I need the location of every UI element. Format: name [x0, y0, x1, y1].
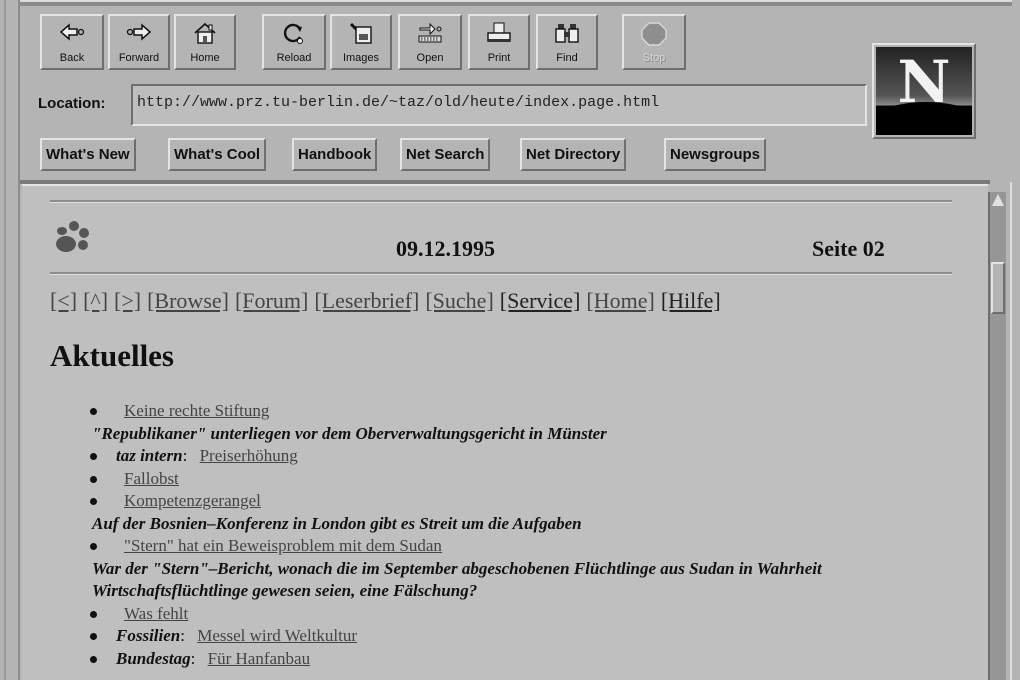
- page-number: Seite 02: [812, 236, 885, 261]
- nav-link-browse[interactable]: [Browse]: [147, 288, 229, 313]
- open-icon: [418, 22, 442, 43]
- nav-link-suche[interactable]: [Suche]: [425, 288, 493, 313]
- location-label: Location:: [38, 95, 106, 112]
- vertical-scrollbar[interactable]: [988, 192, 1006, 680]
- bullet-icon: [90, 543, 97, 550]
- window-frame-left: [0, 0, 20, 680]
- bullet-icon: [90, 655, 97, 663]
- whats-cool-button[interactable]: What's Cool: [168, 138, 267, 171]
- news-link[interactable]: Preiserhöhung: [192, 446, 298, 465]
- page-nav-links: [<] [^] [>] [Browse] [Forum] [Leserbrief] [Suc…: [50, 288, 727, 314]
- taz-paw-logo-icon: [56, 221, 89, 252]
- images-label: Images: [342, 52, 380, 64]
- reload-icon: [283, 23, 303, 44]
- images-button[interactable]: Images: [330, 14, 392, 70]
- forward-button[interactable]: Forward: [108, 14, 170, 70]
- forward-label: Forward: [118, 52, 160, 64]
- horizontal-rule: [50, 200, 952, 203]
- location-field[interactable]: [131, 84, 867, 126]
- find-button[interactable]: Find: [536, 14, 598, 70]
- find-label: Find: [556, 52, 578, 64]
- list-item: Bundestag: Für Hanfanbau: [76, 648, 882, 671]
- bullet-icon: [90, 408, 97, 415]
- news-category: Bundestag: [116, 648, 191, 668]
- bullet-icon: [90, 610, 97, 618]
- list-item: Fossilien: Messel wird Weltkultur: [76, 625, 882, 648]
- bullet-icon: [90, 475, 97, 483]
- netscape-throbber-icon: N: [876, 47, 972, 135]
- issue-date: 09.12.1995: [396, 236, 495, 261]
- list-item: Was fehlt: [76, 603, 882, 626]
- whats-new-button[interactable]: What's New: [40, 138, 136, 171]
- horizontal-rule: [50, 272, 952, 275]
- news-description: "Republikaner" unterliegen vor dem Oberv…: [92, 423, 607, 443]
- net-directory-button[interactable]: Net Directory: [520, 138, 627, 171]
- newsgroups-button[interactable]: Newsgroups: [664, 138, 767, 171]
- list-item: Fallobst: [76, 468, 882, 491]
- location-input[interactable]: [137, 94, 857, 111]
- nav-link-home[interactable]: [Home]: [586, 288, 654, 313]
- nav-link-forum[interactable]: [Forum]: [235, 288, 308, 313]
- news-category: Fossilien: [116, 626, 181, 645]
- scrollbar-thumb[interactable]: [991, 262, 1005, 314]
- home-button[interactable]: Home: [174, 14, 236, 70]
- back-arrow-icon: [59, 23, 85, 41]
- news-link[interactable]: Kompetenzgerangel: [116, 491, 261, 510]
- net-search-button[interactable]: Net Search: [400, 138, 491, 171]
- list-item: taz intern: Preiserhöhung: [76, 445, 882, 468]
- stop-button[interactable]: Stop: [622, 14, 686, 70]
- stop-icon: [641, 22, 667, 46]
- news-link[interactable]: Was fehlt: [116, 604, 188, 623]
- bullet-icon: [90, 498, 97, 505]
- reload-button[interactable]: Reload: [262, 14, 326, 70]
- nav-link-leserbrief[interactable]: [Leserbrief]: [314, 288, 419, 313]
- logo-letter: N: [897, 48, 951, 116]
- nav-link-next[interactable]: [>]: [114, 288, 141, 313]
- nav-link-hilfe[interactable]: [Hilfe]: [661, 288, 721, 313]
- nav-link-up[interactable]: [^]: [83, 288, 108, 313]
- news-link[interactable]: Keine rechte Stiftung: [116, 401, 269, 420]
- back-label: Back: [59, 52, 85, 64]
- list-item: Kompetenzgerangel Auf der Bosnien–Konfer…: [76, 490, 882, 535]
- news-description: War der "Stern"–Bericht, wonach die im S…: [92, 558, 822, 601]
- news-description: Auf der Bosnien–Konferenz in London gibt…: [92, 513, 582, 533]
- bullet-icon: [90, 453, 97, 460]
- back-button[interactable]: Back: [40, 14, 104, 70]
- bullet-icon: [90, 633, 97, 640]
- open-button[interactable]: Open: [398, 14, 462, 70]
- news-list: Keine rechte Stiftung "Republikaner" unt…: [76, 400, 882, 670]
- stop-label: Stop: [642, 52, 666, 64]
- nav-link-service[interactable]: [Service]: [500, 288, 581, 313]
- binoculars-icon: [555, 24, 579, 43]
- news-link[interactable]: Messel wird Weltkultur: [189, 626, 357, 645]
- list-item: Keine rechte Stiftung "Republikaner" unt…: [76, 400, 882, 445]
- scroll-up-arrow-icon[interactable]: [992, 194, 1004, 206]
- images-icon: [349, 22, 372, 44]
- page-content: 09.12.1995 Seite 02 [<] [^] [>] [Browse] [Fo…: [22, 184, 988, 680]
- netscape-logo[interactable]: N: [872, 43, 976, 139]
- forward-arrow-icon: [126, 23, 152, 41]
- news-link[interactable]: Fallobst: [116, 469, 179, 488]
- news-link[interactable]: "Stern" hat ein Beweisproblem mit dem Su…: [116, 536, 442, 555]
- news-link[interactable]: Für Hanfanbau: [200, 649, 310, 668]
- home-label: Home: [190, 52, 220, 64]
- open-label: Open: [416, 52, 444, 64]
- list-item: "Stern" hat ein Beweisproblem mit dem Su…: [76, 535, 882, 603]
- home-icon: [194, 22, 216, 44]
- nav-link-prev[interactable]: [<]: [50, 288, 77, 313]
- handbook-button[interactable]: Handbook: [292, 138, 378, 171]
- print-icon: [487, 22, 511, 42]
- news-category: taz intern: [116, 446, 183, 465]
- section-heading: Aktuelles: [50, 338, 174, 373]
- reload-label: Reload: [276, 52, 312, 64]
- print-button[interactable]: Print: [468, 14, 530, 70]
- print-label: Print: [487, 52, 511, 64]
